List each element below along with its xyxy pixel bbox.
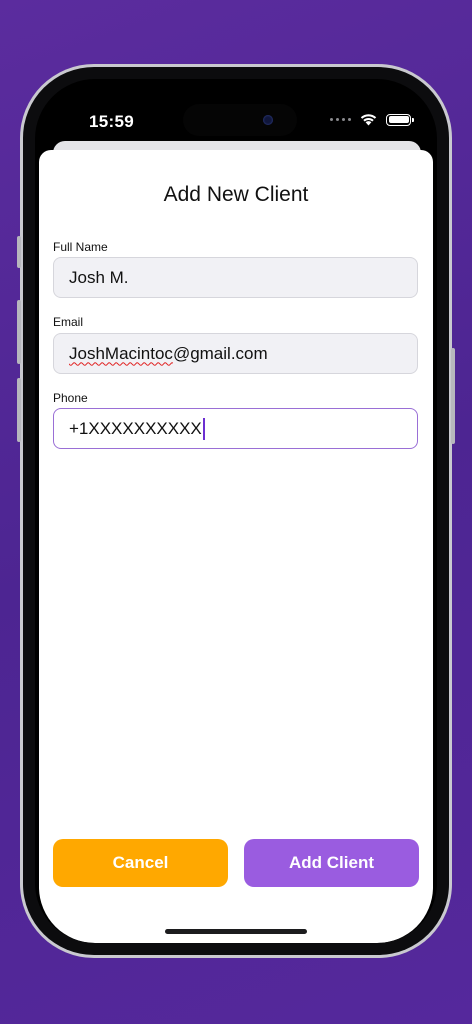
full-name-input[interactable]: Josh M. xyxy=(53,257,418,298)
cancel-button[interactable]: Cancel xyxy=(53,839,228,887)
phone-label: Phone xyxy=(53,391,88,405)
volume-down-button xyxy=(17,378,21,442)
sheet-title: Add New Client xyxy=(163,183,309,206)
phone-input[interactable]: +1XXXXXXXXXX xyxy=(53,408,418,449)
phone-frame: 15:59 Add New Client Full Name Josh M. E… xyxy=(17,64,455,958)
phone-bezel: 15:59 Add New Client Full Name Josh M. E… xyxy=(23,67,449,955)
email-value-misspelled: JoshMacintoc xyxy=(69,343,173,363)
add-client-button[interactable]: Add Client xyxy=(244,839,419,887)
screen: 15:59 Add New Client Full Name Josh M. E… xyxy=(35,79,437,943)
cellular-dots-icon xyxy=(330,118,351,121)
action-button xyxy=(17,236,21,268)
home-indicator[interactable] xyxy=(165,929,307,934)
battery-icon xyxy=(386,113,414,126)
email-label: Email xyxy=(53,315,84,329)
text-cursor xyxy=(202,417,205,440)
full-name-value: Josh M. xyxy=(69,267,129,287)
phone-value: +1XXXXXXXXXX xyxy=(69,418,202,438)
status-bar: 15:59 xyxy=(35,79,437,143)
dynamic-island xyxy=(183,104,297,136)
email-value-rest: @gmail.com xyxy=(172,343,268,363)
add-client-sheet: Add New Client Full Name Josh M. Email J… xyxy=(39,150,433,943)
wifi-icon xyxy=(360,114,377,126)
power-button xyxy=(451,348,455,444)
email-input[interactable]: JoshMacintoc @gmail.com xyxy=(53,333,418,374)
status-time: 15:59 xyxy=(89,112,134,131)
status-icons xyxy=(330,113,414,126)
camera-icon xyxy=(263,115,273,125)
volume-up-button xyxy=(17,300,21,364)
full-name-label: Full Name xyxy=(53,240,108,254)
